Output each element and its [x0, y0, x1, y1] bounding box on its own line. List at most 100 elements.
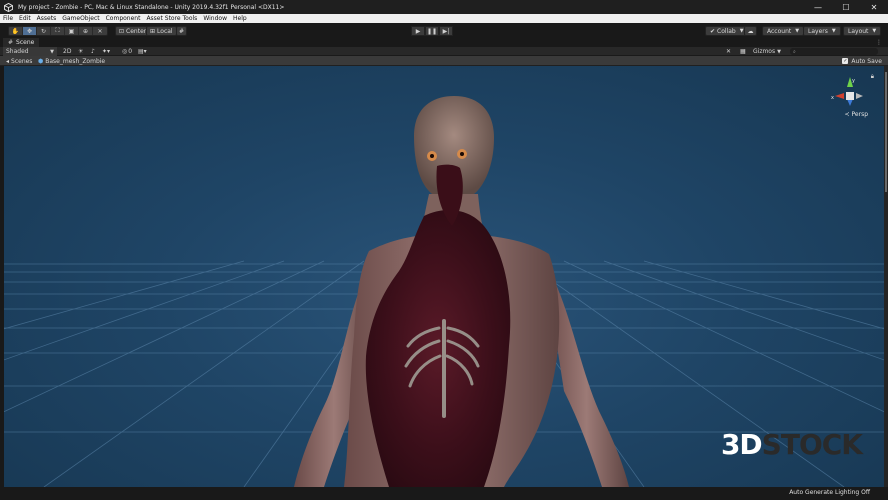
menu-help[interactable]: Help	[233, 15, 247, 22]
window-title: My project - Zombie - PC, Mac & Linux St…	[18, 3, 285, 11]
maximize-button[interactable]: ☐	[832, 0, 860, 14]
snap-settings-button[interactable]: ▦	[740, 47, 746, 56]
breadcrumb-scenes[interactable]: ◂ Scenes	[6, 57, 32, 65]
shading-mode-label: Shaded	[6, 48, 29, 55]
play-button[interactable]: ▶	[411, 26, 425, 36]
breadcrumb-prefab[interactable]: ⬢ Base_mesh_Zombie	[38, 57, 105, 65]
auto-save-label: Auto Save	[851, 57, 882, 65]
cloud-button[interactable]: ☁	[744, 26, 757, 36]
pause-icon: ❚❚	[426, 27, 438, 35]
watermark-logo: 3DSTOCK	[721, 428, 863, 461]
transform-tool-button[interactable]: ⊕	[79, 27, 93, 35]
zombie-model	[294, 96, 629, 487]
search-icon: ⌕	[793, 48, 796, 55]
svg-text:x: x	[831, 95, 834, 101]
gizmos-dropdown[interactable]: Gizmos ▼	[753, 47, 781, 56]
gizmo-center-cube[interactable]	[846, 92, 854, 100]
scene-view-toolbar: Shaded ▼ 2D ☀ ♪ ✦▾ ◎ 0 ▤▾ ✕ ▦ Gizmos ▼ ⌕	[0, 47, 888, 56]
menu-window[interactable]: Window	[203, 15, 227, 22]
eye-slash-icon: ◎	[122, 48, 128, 55]
close-button[interactable]: ✕	[860, 0, 888, 14]
tools-toggle[interactable]: ✕	[726, 47, 731, 56]
grid-icon: #	[178, 27, 185, 35]
layout-label: Layout	[848, 27, 869, 35]
viewport-scrollbar[interactable]	[884, 66, 888, 487]
menu-gameobject[interactable]: GameObject	[62, 15, 99, 22]
menu-asset-store-tools[interactable]: Asset Store Tools	[146, 15, 197, 22]
menu-assets[interactable]: Assets	[37, 15, 57, 22]
x-axis-cone[interactable]	[835, 93, 844, 99]
lighting-toggle[interactable]: ☀	[78, 47, 83, 56]
hidden-count: 0	[128, 48, 133, 55]
scene-render	[4, 96, 884, 487]
scrollbar-thumb[interactable]	[885, 72, 887, 192]
collab-label: Collab	[717, 27, 736, 35]
hidden-objects-toggle[interactable]: ◎ 0	[122, 47, 132, 56]
rotate-tool-button[interactable]: ↻	[37, 27, 51, 35]
scale-tool-button[interactable]: ⛶	[51, 27, 65, 35]
pause-button[interactable]: ❚❚	[425, 26, 439, 36]
crossed-tools-icon: ✕	[726, 48, 732, 55]
menu-component[interactable]: Component	[106, 15, 141, 22]
audio-toggle[interactable]: ♪	[91, 47, 95, 56]
breadcrumb-item-label: Base_mesh_Zombie	[45, 57, 106, 65]
breadcrumb-root-label: Scenes	[11, 57, 33, 65]
chevron-down-icon: ▼	[739, 28, 744, 34]
tab-scene[interactable]: # Scene	[3, 38, 40, 47]
collab-dropdown[interactable]: ✔ Collab ▼	[705, 26, 749, 36]
collab-check-icon: ✔	[710, 27, 716, 35]
move-arrows-icon: ✥	[26, 27, 33, 35]
chevron-down-icon: ▼	[831, 28, 836, 34]
rotate-icon: ↻	[40, 27, 47, 35]
pivot-local-toggle[interactable]: ⊞ Local	[146, 26, 177, 36]
scale-icon: ⛶	[55, 27, 60, 34]
projection-toggle[interactable]: ≺ Persp	[845, 111, 868, 118]
menu-file[interactable]: File	[3, 15, 13, 22]
minimize-button[interactable]: —	[804, 0, 832, 14]
tab-scene-label: Scene	[16, 39, 35, 46]
step-button[interactable]: ▶|	[439, 26, 453, 36]
window-controls: — ☐ ✕	[804, 0, 888, 14]
grid-snap-button[interactable]: #	[176, 26, 187, 36]
step-icon: ▶|	[442, 27, 450, 35]
mode-2d-toggle[interactable]: 2D	[63, 47, 71, 56]
move-tool-button[interactable]: ✥	[23, 27, 37, 35]
layers-dropdown[interactable]: Layers ▼	[803, 26, 841, 36]
scene-search-input[interactable]: ⌕	[790, 48, 878, 55]
camera-settings-dropdown[interactable]: ▤▾	[138, 47, 147, 56]
custom-tool-button[interactable]: ✕	[93, 27, 107, 35]
account-dropdown[interactable]: Account ▼	[762, 26, 805, 36]
hand-icon: ✋	[11, 27, 20, 35]
neg-x-axis-cone[interactable]	[856, 93, 863, 99]
speaker-icon: ♪	[91, 48, 95, 55]
projection-label: Persp	[851, 111, 869, 118]
auto-save-checkbox[interactable]: ✓	[842, 58, 849, 64]
scene-viewport[interactable]: x y 🔒︎ ≺ Persp 3DSTOCK	[4, 66, 884, 487]
layout-dropdown[interactable]: Layout ▼	[843, 26, 882, 36]
tab-menu-icon[interactable]: ⋮	[876, 39, 882, 46]
menu-edit[interactable]: Edit	[19, 15, 31, 22]
status-bar: Auto Generate Lighting Off	[0, 487, 888, 500]
rect-tool-button[interactable]: ▣	[65, 27, 79, 35]
gizmos-label: Gizmos	[753, 48, 776, 55]
status-text: Auto Generate Lighting Off	[789, 489, 870, 496]
shading-mode-dropdown[interactable]: Shaded ▼	[3, 47, 57, 56]
title-bar: My project - Zombie - PC, Mac & Linux St…	[0, 0, 888, 14]
play-icon: ▶	[415, 27, 421, 35]
playback-controls: ▶ ❚❚ ▶|	[411, 26, 453, 36]
hand-tool-button[interactable]: ✋	[9, 27, 23, 35]
z-axis-cone[interactable]	[847, 99, 853, 106]
lock-icon[interactable]: 🔒︎	[871, 73, 874, 81]
effects-dropdown[interactable]: ✦▾	[102, 47, 110, 56]
light-bulb-icon: ☀	[78, 48, 84, 55]
pivot-center-toggle[interactable]: ⊡ Center	[115, 26, 151, 36]
persp-icon: ≺	[844, 111, 850, 118]
auto-save-toggle[interactable]: ✓ Auto Save	[842, 57, 882, 65]
unity-editor-window: My project - Zombie - PC, Mac & Linux St…	[0, 0, 888, 500]
local-icon: ⊞	[150, 27, 156, 35]
menu-bar: File Edit Assets GameObject Component As…	[0, 14, 888, 23]
grid-icon: ▦	[740, 48, 746, 55]
unity-logo-icon	[4, 2, 13, 12]
tab-row: # Scene ⋮	[0, 38, 888, 47]
rect-icon: ▣	[68, 27, 75, 35]
